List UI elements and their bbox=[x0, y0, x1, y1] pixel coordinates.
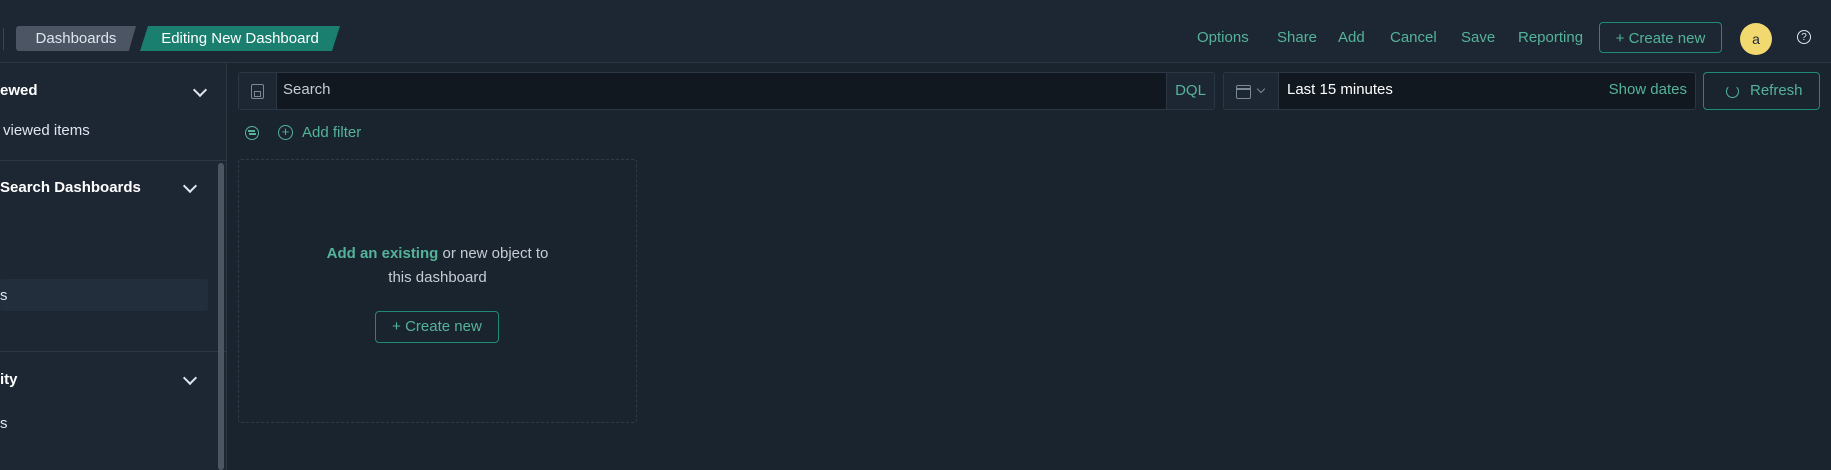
reporting-link[interactable]: Reporting bbox=[1518, 28, 1583, 48]
chevron-down-icon[interactable] bbox=[182, 178, 198, 194]
dql-toggle[interactable]: DQL bbox=[1166, 73, 1214, 109]
avatar[interactable]: a bbox=[1740, 23, 1772, 55]
show-dates-link[interactable]: Show dates bbox=[1609, 81, 1687, 98]
chevron-down-icon[interactable] bbox=[192, 82, 208, 98]
breadcrumb-dashboards[interactable]: Dashboards bbox=[16, 26, 136, 51]
sidebar-item-active[interactable] bbox=[0, 279, 208, 311]
header-divider bbox=[3, 28, 4, 50]
cancel-link[interactable]: Cancel bbox=[1390, 28, 1437, 48]
sidebar-section-title-dashboards[interactable]: Search Dashboards bbox=[0, 179, 141, 196]
sidebar-scrollbar[interactable] bbox=[218, 163, 224, 470]
add-existing-link[interactable]: Add an existing bbox=[327, 245, 439, 262]
add-filter-link[interactable]: Add filter bbox=[302, 124, 361, 141]
chevron-down-icon bbox=[1256, 84, 1266, 94]
save-link[interactable]: Save bbox=[1461, 28, 1495, 48]
empty-panel-text-1: or new object to bbox=[438, 245, 549, 262]
panel-create-new-button[interactable]: + Create new bbox=[375, 311, 499, 343]
saved-query-button[interactable] bbox=[239, 73, 277, 109]
refresh-button[interactable]: Refresh bbox=[1703, 72, 1820, 110]
empty-dashboard-panel: Add an existing or new object to this da… bbox=[238, 159, 637, 423]
sidebar-item-no-recent: viewed items bbox=[3, 122, 90, 139]
app-header: Dashboards Editing New Dashboard Options… bbox=[0, 14, 1831, 63]
sidebar: ewed viewed items Search Dashboards s it… bbox=[0, 63, 227, 470]
query-bar: Search DQL bbox=[238, 72, 1215, 110]
empty-panel-message: Add an existing or new object to this da… bbox=[239, 242, 636, 290]
search-input[interactable]: Search bbox=[283, 81, 331, 98]
refresh-icon bbox=[1726, 85, 1739, 98]
help-icon[interactable]: ? bbox=[1797, 30, 1811, 44]
breadcrumb-editing-dashboard: Editing New Dashboard bbox=[140, 26, 340, 51]
filter-icon[interactable] bbox=[245, 126, 259, 140]
add-link[interactable]: Add bbox=[1338, 28, 1365, 48]
options-link[interactable]: Options bbox=[1197, 28, 1249, 48]
share-link[interactable]: Share bbox=[1277, 28, 1317, 48]
create-new-button[interactable]: + Create new bbox=[1599, 22, 1722, 53]
sidebar-item-security[interactable]: s bbox=[0, 415, 8, 432]
calendar-icon bbox=[1236, 85, 1251, 99]
empty-panel-text-2: this dashboard bbox=[388, 269, 487, 286]
time-range-text[interactable]: Last 15 minutes bbox=[1287, 81, 1393, 98]
quick-menu-button[interactable] bbox=[1224, 73, 1279, 109]
save-icon bbox=[251, 84, 264, 99]
date-picker: Last 15 minutes Show dates bbox=[1223, 72, 1696, 110]
sidebar-section-title-security[interactable]: ity bbox=[0, 371, 18, 388]
sidebar-item-dashboards[interactable]: s bbox=[0, 287, 8, 304]
sidebar-divider bbox=[0, 351, 226, 352]
chevron-down-icon[interactable] bbox=[182, 370, 198, 386]
top-strip bbox=[0, 0, 1831, 15]
sidebar-section-title-recent[interactable]: ewed bbox=[0, 82, 38, 99]
refresh-label: Refresh bbox=[1750, 82, 1803, 99]
sidebar-divider bbox=[0, 160, 226, 161]
plus-circle-icon[interactable]: + bbox=[278, 125, 293, 140]
